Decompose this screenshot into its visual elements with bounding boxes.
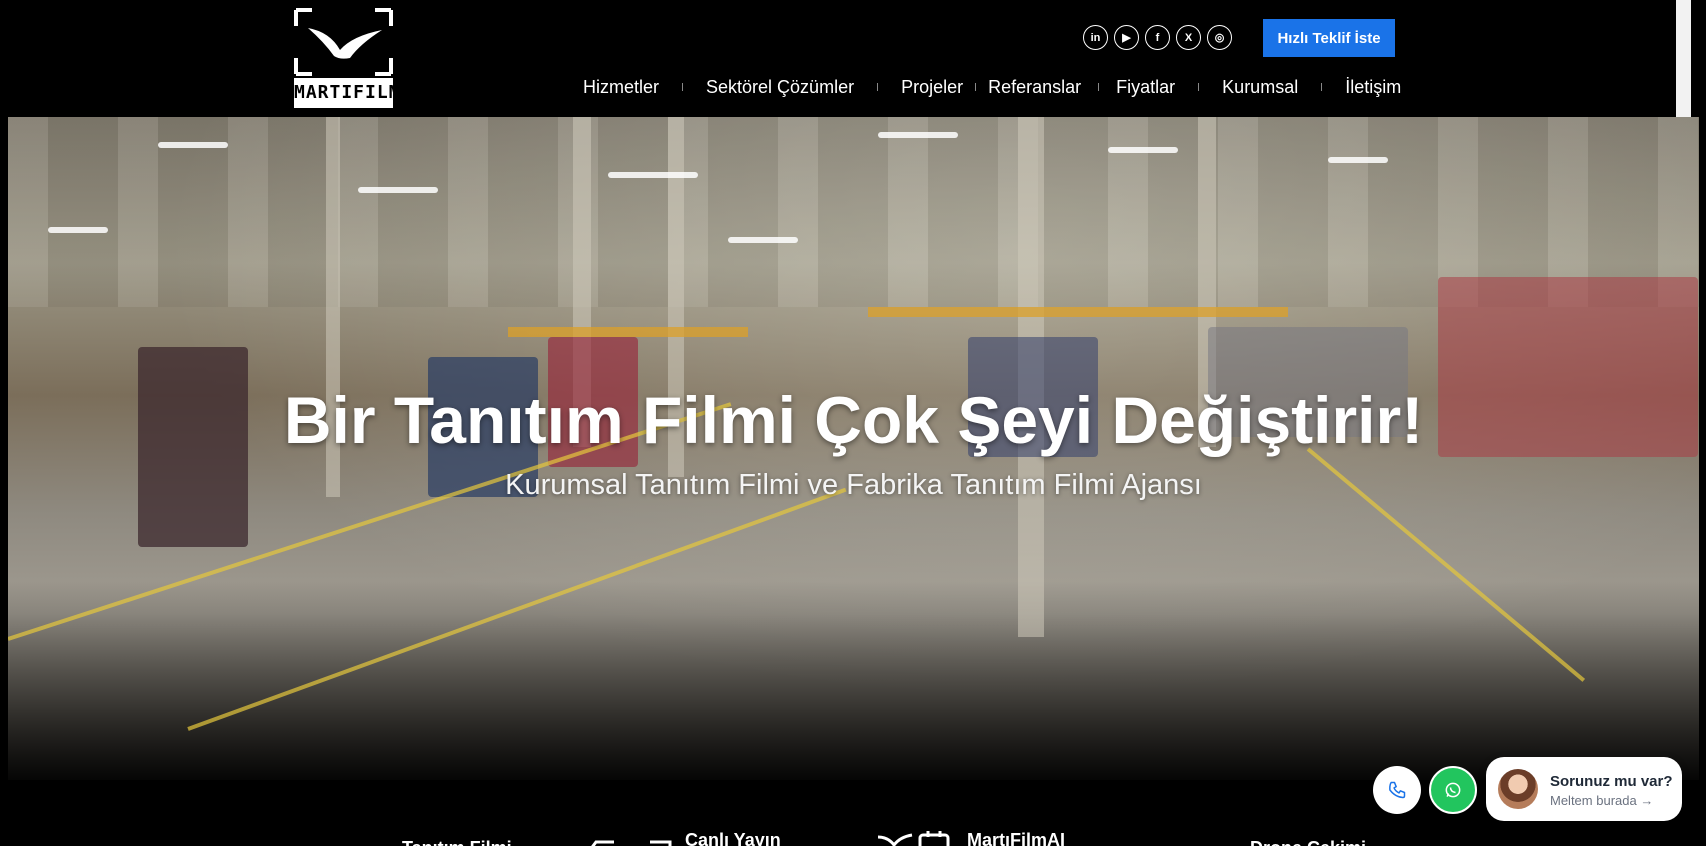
call-button[interactable] [1373,766,1421,814]
feature-canli-yayin[interactable]: Canlı Yayın [685,830,781,846]
social-links: in ▶ f X ◎ [1083,25,1232,50]
site-header: MARTIFILM in ▶ f X ◎ Hızlı Teklif İste H… [0,0,1691,117]
nav-item-sektorel-cozumler[interactable]: Sektörel Çözümler [706,77,854,98]
nav-divider [682,83,684,91]
scrollbar-track[interactable] [1676,0,1691,117]
nav-divider [1321,83,1323,91]
logo-text: MARTIFILM [294,82,401,103]
feature-drone-cekimi[interactable]: Drone Çekimi [1250,838,1366,846]
whatsapp-icon [1445,782,1461,798]
x-icon[interactable]: X [1176,25,1201,50]
nav-divider [1198,83,1200,91]
feature-tanitim-filmi[interactable]: Tanıtım Filmi [402,838,512,846]
martifilm-logo[interactable]: MARTIFILM [294,8,401,108]
youtube-icon[interactable]: ▶ [1114,25,1139,50]
calendar-ai-icon [877,831,950,846]
camera-icon [591,840,672,846]
chat-title: Sorunuz mu var? [1550,773,1673,790]
main-nav: Hizmetler Sektörel Çözümler Projeler Ref… [583,76,1401,98]
chat-widget[interactable]: Sorunuz mu var? Meltem burada → [1486,757,1682,821]
feature-martifilmai[interactable]: MartıFilmAI [967,830,1065,846]
hero-section: Bir Tanıtım Filmi Çok Şeyi Değiştirir! K… [8,117,1699,780]
page: Bir Tanıtım Filmi Çok Şeyi Değiştirir! K… [0,0,1706,846]
nav-item-fiyatlar[interactable]: Fiyatlar [1116,77,1175,98]
seagull-icon [294,8,393,76]
facebook-icon[interactable]: f [1145,25,1170,50]
chat-subtitle: Meltem burada → [1550,793,1654,808]
whatsapp-button[interactable] [1429,766,1477,814]
hero-title: Bir Tanıtım Filmi Çok Şeyi Değiştirir! [283,383,1424,457]
nav-item-hizmetler[interactable]: Hizmetler [583,77,659,98]
nav-divider [1098,83,1100,91]
quick-quote-button[interactable]: Hızlı Teklif İste [1263,19,1395,57]
nav-item-projeler[interactable]: Projeler [901,77,963,98]
hero-subtitle: Kurumsal Tanıtım Filmi ve Fabrika Tanıtı… [505,469,1202,501]
instagram-icon[interactable]: ◎ [1207,25,1232,50]
nav-item-kurumsal[interactable]: Kurumsal [1222,77,1298,98]
avatar [1498,769,1538,809]
nav-divider [877,83,879,91]
phone-icon [1389,781,1406,799]
linkedin-icon[interactable]: in [1083,25,1108,50]
nav-item-iletisim[interactable]: İletişim [1345,77,1401,98]
nav-item-referanslar[interactable]: Referanslar [988,77,1081,98]
nav-divider [975,83,977,91]
